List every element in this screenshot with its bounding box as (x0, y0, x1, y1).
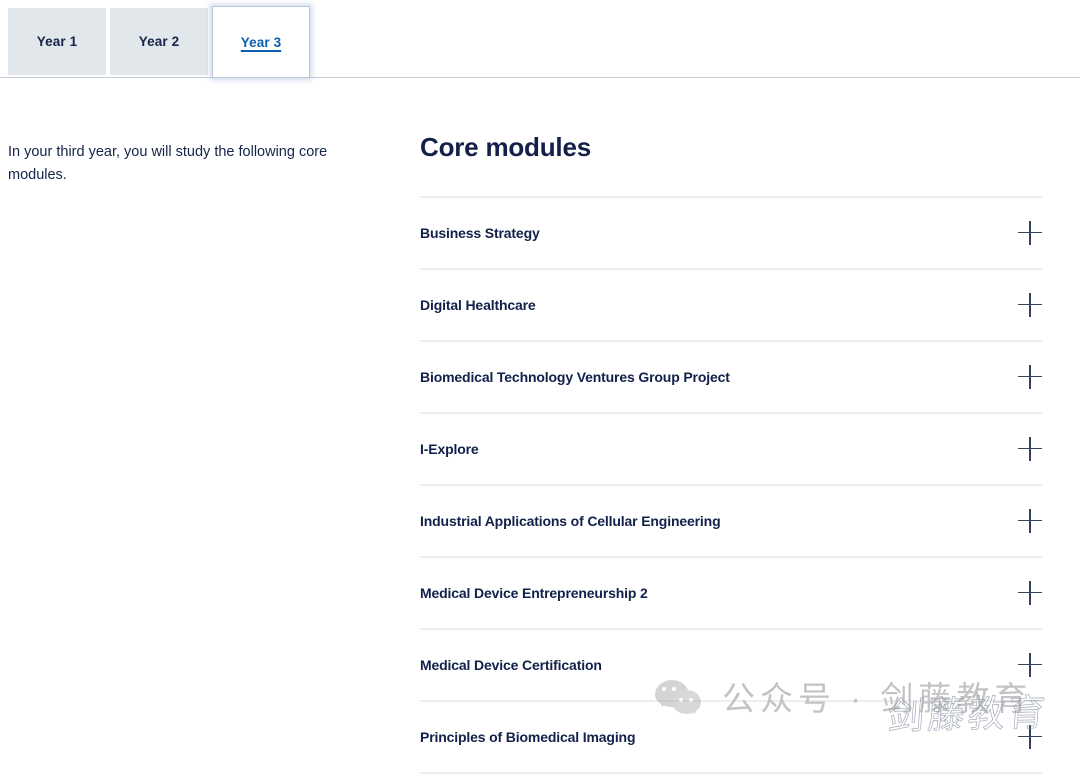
tab-year-1[interactable]: Year 1 (8, 8, 106, 75)
tab-year-3-label: Year 3 (240, 34, 282, 50)
list-item[interactable]: Industrial Applications of Cellular Engi… (420, 486, 1042, 558)
list-item[interactable]: Principles of Biomedical Imaging (420, 702, 1042, 774)
module-title: Digital Healthcare (420, 296, 536, 313)
page-title: Core modules (420, 132, 591, 162)
intro-paragraph: In your third year, you will study the f… (8, 144, 328, 184)
year-3-panel: In your third year, you will study the f… (0, 78, 1080, 774)
module-title: Medical Device Certification (420, 656, 602, 673)
list-item[interactable]: Digital Healthcare (420, 270, 1042, 342)
module-title: Business Strategy (420, 224, 540, 241)
core-modules-accordion: Business Strategy Digital Healthcare Bio… (420, 195, 1042, 774)
tab-bar-divider (0, 77, 1080, 78)
module-title: I-Explore (420, 440, 479, 457)
core-modules-section: Core modules Business Strategy Digital H… (420, 133, 1042, 774)
module-title: Biomedical Technology Ventures Group Pro… (420, 368, 730, 385)
module-title: Medical Device Entrepreneurship 2 (420, 584, 648, 601)
list-item[interactable]: I-Explore (420, 414, 1042, 486)
plus-icon[interactable] (1018, 580, 1042, 605)
plus-icon[interactable] (1018, 724, 1042, 749)
plus-icon[interactable] (1018, 508, 1042, 533)
list-item[interactable]: Biomedical Technology Ventures Group Pro… (420, 342, 1042, 414)
tab-year-2[interactable]: Year 2 (110, 8, 208, 75)
list-item[interactable]: Business Strategy (420, 198, 1042, 270)
module-title: Principles of Biomedical Imaging (420, 728, 636, 745)
list-item[interactable]: Medical Device Certification (420, 630, 1042, 702)
tab-year-3[interactable]: Year 3 (212, 6, 310, 78)
plus-icon[interactable] (1018, 220, 1042, 245)
tab-year-2-label: Year 2 (138, 34, 180, 49)
plus-icon[interactable] (1018, 364, 1042, 389)
plus-icon[interactable] (1018, 292, 1042, 317)
list-item[interactable]: Medical Device Entrepreneurship 2 (420, 558, 1042, 630)
year-tab-bar: Year 1 Year 2 Year 3 (0, 0, 1080, 78)
plus-icon[interactable] (1018, 652, 1042, 677)
plus-icon[interactable] (1018, 436, 1042, 461)
module-title: Industrial Applications of Cellular Engi… (420, 512, 721, 529)
tab-year-1-label: Year 1 (36, 34, 78, 49)
